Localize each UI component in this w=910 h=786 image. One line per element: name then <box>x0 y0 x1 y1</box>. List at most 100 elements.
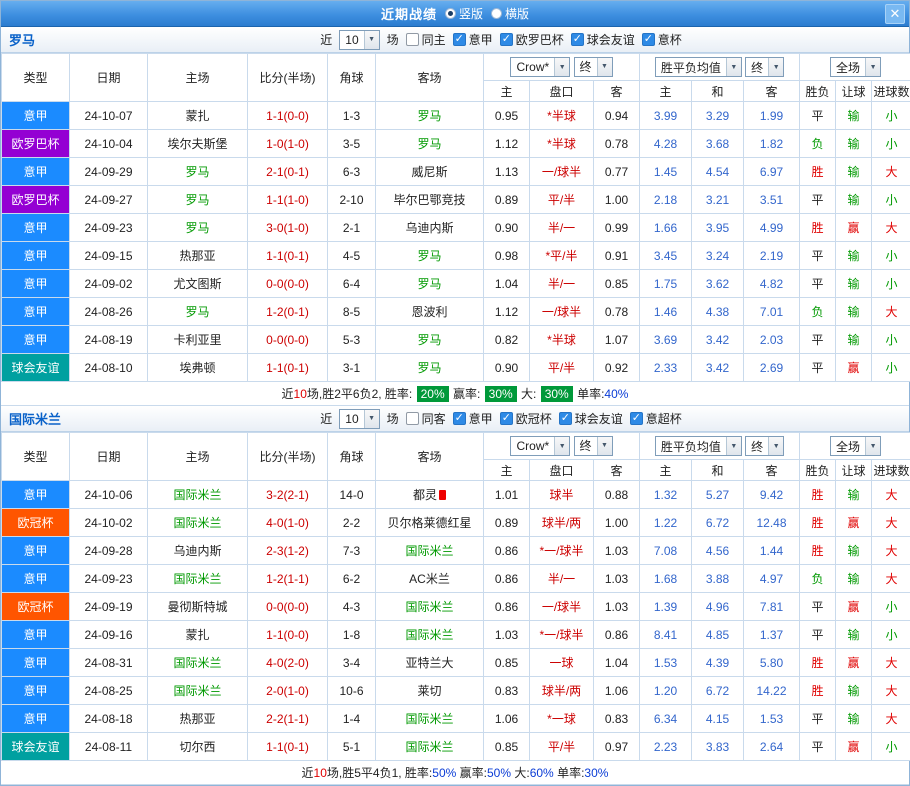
summary-part: 单率: <box>574 385 605 402</box>
avg-draw: 4.96 <box>692 593 744 621</box>
odds-home: 0.85 <box>484 649 530 677</box>
odds-source-value: Crow* <box>516 439 549 453</box>
match-date: 24-08-10 <box>70 354 148 382</box>
match-date: 24-09-19 <box>70 593 148 621</box>
handicap: 平/半 <box>530 354 594 382</box>
league-badge: 意甲 <box>2 242 70 270</box>
home-team: 曼彻斯特城 <box>148 593 248 621</box>
away-team: 国际米兰 <box>376 705 484 733</box>
avg-draw: 3.24 <box>692 242 744 270</box>
score: 4-0(1-0) <box>248 509 328 537</box>
goals-result: 大 <box>872 705 910 733</box>
handicap: 一/球半 <box>530 158 594 186</box>
goals-result: 小 <box>872 102 910 130</box>
odds-source-select[interactable]: Crow* <box>510 57 570 77</box>
handicap-result: 输 <box>836 158 872 186</box>
handicap: *一球 <box>530 705 594 733</box>
match-row: 意甲24-08-18热那亚2-2(1-1)1-4国际米兰1.06*一球0.836… <box>2 705 910 733</box>
league-badge: 球会友谊 <box>2 733 70 761</box>
handicap-result: 赢 <box>836 509 872 537</box>
avg-draw: 4.56 <box>692 537 744 565</box>
result: 胜 <box>800 537 836 565</box>
avg-home: 2.33 <box>640 354 692 382</box>
scope-select[interactable]: 全场 <box>830 57 881 77</box>
league-checkbox-europa[interactable]: 欧罗巴杯 <box>500 31 564 48</box>
result: 平 <box>800 705 836 733</box>
col-odds-away: 客 <box>594 460 640 481</box>
col-odds-home: 主 <box>484 460 530 481</box>
home-team: 埃尔夫斯堡 <box>148 130 248 158</box>
handicap-result: 输 <box>836 537 872 565</box>
match-count-select[interactable]: 10 <box>339 409 379 429</box>
match-row: 意甲24-08-31国际米兰4-0(2-0)3-4亚特兰大0.85一球1.041… <box>2 649 910 677</box>
checkbox-label: 欧罗巴杯 <box>516 31 564 48</box>
col-avg-home: 主 <box>640 460 692 481</box>
summary-part: 大: <box>511 764 530 781</box>
checkbox-icon <box>500 412 513 425</box>
summary-part: 50% <box>432 766 456 780</box>
league-checkbox-friendly[interactable]: 球会友谊 <box>559 410 623 427</box>
avg-away: 4.99 <box>744 214 800 242</box>
col-home: 主场 <box>148 54 248 102</box>
odds-home: 1.03 <box>484 621 530 649</box>
goals-result: 小 <box>872 186 910 214</box>
avg-final-select[interactable]: 终 <box>745 436 784 456</box>
avg-away: 4.82 <box>744 270 800 298</box>
league-checkbox-supercup[interactable]: 意超杯 <box>630 410 682 427</box>
odds-final-select[interactable]: 终 <box>574 436 613 456</box>
team-section-roma: 罗马 近 10 场 同主 意甲 欧罗巴杯 <box>1 27 909 406</box>
league-checkbox-serie-a[interactable]: 意甲 <box>453 31 493 48</box>
result: 负 <box>800 130 836 158</box>
close-icon: ✕ <box>890 6 901 21</box>
layout-radio-vertical[interactable]: 竖版 <box>445 5 483 22</box>
avg-final-select[interactable]: 终 <box>745 57 784 77</box>
team-name: 罗马 <box>9 30 101 49</box>
same-side-checkbox[interactable]: 同客 <box>406 410 446 427</box>
avg-draw: 3.88 <box>692 565 744 593</box>
handicap-result: 赢 <box>836 649 872 677</box>
col-avg-away: 客 <box>744 460 800 481</box>
scope-select[interactable]: 全场 <box>830 436 881 456</box>
score: 0-0(0-0) <box>248 593 328 621</box>
avg-home: 7.08 <box>640 537 692 565</box>
home-team: 热那亚 <box>148 705 248 733</box>
league-checkbox-friendly[interactable]: 球会友谊 <box>571 31 635 48</box>
score: 1-1(0-0) <box>248 621 328 649</box>
avg-home: 1.20 <box>640 677 692 705</box>
league-checkbox-ucl[interactable]: 欧冠杯 <box>500 410 552 427</box>
odds-final-select[interactable]: 终 <box>574 57 613 77</box>
league-badge: 意甲 <box>2 326 70 354</box>
league-checkbox-coppa[interactable]: 意杯 <box>642 31 682 48</box>
close-button[interactable]: ✕ <box>885 4 905 24</box>
col-type: 类型 <box>2 433 70 481</box>
avg-odds-select[interactable]: 胜平负均值 <box>655 57 742 77</box>
avg-draw: 3.21 <box>692 186 744 214</box>
league-checkbox-serie-a[interactable]: 意甲 <box>453 410 493 427</box>
odds-source-select[interactable]: Crow* <box>510 436 570 456</box>
layout-radio-horizontal[interactable]: 横版 <box>491 5 529 22</box>
chevron-down-icon <box>597 437 612 455</box>
result: 胜 <box>800 649 836 677</box>
league-badge: 意甲 <box>2 705 70 733</box>
col-handicap: 盘口 <box>530 81 594 102</box>
match-date: 24-08-25 <box>70 677 148 705</box>
match-date: 24-09-29 <box>70 158 148 186</box>
away-team: 罗马 <box>376 130 484 158</box>
league-badge: 意甲 <box>2 270 70 298</box>
chevron-down-icon <box>726 437 741 455</box>
chevron-down-icon <box>726 58 741 76</box>
league-badge: 意甲 <box>2 565 70 593</box>
handicap-result: 赢 <box>836 733 872 761</box>
avg-odds-select[interactable]: 胜平负均值 <box>655 436 742 456</box>
match-date: 24-09-15 <box>70 242 148 270</box>
same-side-checkbox[interactable]: 同主 <box>406 31 446 48</box>
team-section-inter: 国际米兰 近 10 场 同客 意甲 欧冠杯 <box>1 406 909 785</box>
match-count-select[interactable]: 10 <box>339 30 379 50</box>
avg-draw: 3.29 <box>692 102 744 130</box>
checkbox-label: 球会友谊 <box>587 31 635 48</box>
avg-home: 1.45 <box>640 158 692 186</box>
goals-result: 小 <box>872 593 910 621</box>
summary-part: 30% <box>584 766 608 780</box>
result: 负 <box>800 298 836 326</box>
corner-score: 4-5 <box>328 242 376 270</box>
